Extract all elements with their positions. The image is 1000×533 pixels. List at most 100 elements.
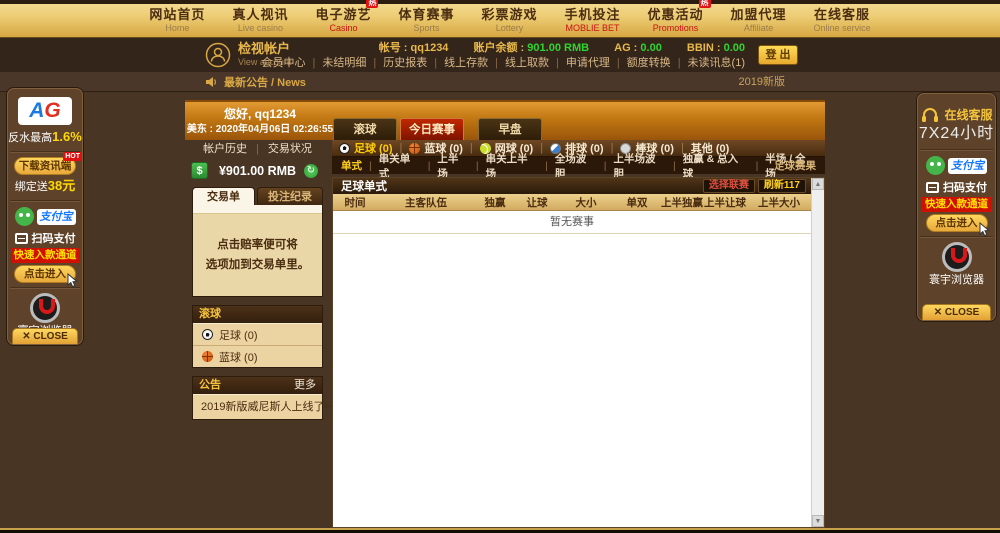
news-title: 最新公告 / News (224, 74, 306, 90)
bet-type-correct-score[interactable]: 全场波胆 (555, 151, 597, 181)
bet-type-single[interactable]: 单式 (341, 158, 362, 173)
bet-type-nav: 单式 | 串关单式 | 上半场 | 串关上半场 | 全场波胆 | 上半场波胆 |… (332, 157, 825, 174)
nav-item-casino[interactable]: 热 电子游艺 Casino (315, 8, 371, 33)
tab-rolling[interactable]: 滚球 (333, 118, 397, 140)
download-app-button[interactable]: HOT 下载资讯端 (14, 157, 76, 175)
promo-panel-right: 在线客服 7X24小时 支付宝 扫码支付 快速入款通道 点击进入 寰宇浏览器 ✕… (917, 93, 996, 321)
enter-button-left[interactable]: 点击进入 (14, 265, 76, 283)
alipay-logo: 支付宝 (37, 209, 76, 225)
nav-item-sports[interactable]: 体育赛事 Sports (398, 8, 454, 33)
nav-label: 优惠活动 (648, 8, 704, 23)
nav-label: 网站首页 (149, 8, 205, 23)
basketball-icon (202, 351, 213, 362)
payment-icons: 支付宝 (918, 155, 995, 176)
top-navigation: 网站首页 Home 真人视讯 Live casino 热 电子游艺 Casino… (0, 4, 1000, 38)
nav-item-home[interactable]: 网站首页 Home (149, 8, 205, 33)
soccer-icon (339, 143, 350, 154)
empty-message: 暂无赛事 (333, 211, 811, 234)
trade-status-link[interactable]: 交易状况 (268, 143, 312, 155)
nav-item-mobile-bet[interactable]: 手机投注 MOBLIE BET (565, 8, 621, 33)
promo-panel-left: AG 反水最高1.6% HOT 下载资讯端 绑定送38元 支付宝 扫码支付 快速… (7, 88, 83, 345)
link-deposit[interactable]: 线上存款 (444, 57, 505, 69)
online-service-row: 在线客服 (918, 106, 995, 123)
nav-label: 体育赛事 (398, 8, 454, 23)
link-history-report[interactable]: 历史报表 (383, 57, 444, 69)
col-half-win: 上半独赢 (661, 195, 703, 210)
col-teams: 主客队伍 (377, 195, 475, 210)
link-unsettled[interactable]: 未结明细 (322, 57, 383, 69)
tab-bet-slip[interactable]: 交易单 (192, 187, 255, 205)
bind-bonus-line: 绑定送38元 (8, 177, 82, 196)
wechat-icon (15, 207, 34, 226)
bet-type-half-correct-score[interactable]: 上半场波胆 (614, 151, 666, 181)
link-apply-agent[interactable]: 申请代理 (566, 57, 627, 69)
soccer-icon (202, 329, 213, 340)
bet-slip-tabs: 交易单 投注纪录 (192, 187, 323, 205)
account-stats: 帐号 : qq1234 账户余额 : 901.00 RMB AG : 0.00 … (262, 40, 745, 56)
nav-label: 在线客服 (814, 8, 871, 23)
nav-item-lottery[interactable]: 彩票游戏 Lottery (481, 8, 537, 33)
nav-label: 加盟代理 (731, 8, 787, 23)
scan-pay-row: 扫码支付 (8, 230, 82, 246)
link-unread-messages[interactable]: 未读讯息(1) (688, 57, 745, 69)
close-button-right[interactable]: ✕ CLOSE (922, 304, 991, 320)
tab-early[interactable]: 早盘 (478, 118, 542, 140)
balance-row: $ ¥901.00 RMB ↻ (185, 160, 330, 184)
latest-news[interactable]: 最新公告 / News (205, 72, 306, 92)
account-bar: 检视帐户 View account 帐号 : qq1234 账户余额 : 901… (0, 38, 1000, 72)
rolling-item-basketball[interactable]: 蓝球 (0) (193, 345, 322, 367)
greeting-text: 您好, qq1234 (185, 107, 335, 123)
soccer-results-link[interactable]: 足球赛果 (774, 158, 816, 173)
rolling-box: 滚球 足球 (0) 蓝球 (0) (192, 305, 323, 368)
refresh-button[interactable]: 刷新117 (758, 179, 806, 193)
nav-item-live-casino[interactable]: 真人视讯 Live casino (232, 8, 288, 33)
account-quick-links: 帐户历史|交易状况 (185, 140, 330, 158)
account-number: 帐号 : qq1234 (379, 42, 449, 54)
bet-type-parlay-first-half[interactable]: 串关上半场 (486, 151, 538, 181)
nav-item-promotions[interactable]: 热 优惠活动 Promotions (648, 8, 704, 33)
link-transfer[interactable]: 额度转换 (627, 57, 688, 69)
money-icon: $ (191, 162, 208, 179)
notice-item[interactable]: 2019新版威尼斯人上线了!~ (193, 394, 322, 419)
fast-deposit-label: 快速入款通道 (11, 248, 79, 263)
select-league-button[interactable]: 选择联赛 (703, 179, 755, 193)
nav-item-online-service[interactable]: 在线客服 Online service (814, 8, 871, 33)
col-win: 独赢 (475, 195, 515, 210)
qr-scan-icon (926, 182, 939, 193)
link-withdraw[interactable]: 线上取款 (505, 57, 566, 69)
bbin-balance: BBIN : 0.00 (687, 42, 745, 54)
scrollbar[interactable]: ▲ ▼ (811, 178, 824, 527)
enter-button-right[interactable]: 点击进入 (926, 214, 988, 232)
ag-logo: AG (18, 97, 72, 125)
bet-type-parlay[interactable]: 串关单式 (379, 151, 421, 181)
bet-type-win-total-goals[interactable]: 独赢 & 总入球 (683, 151, 749, 181)
browser-name: 寰宇浏览器 (918, 273, 995, 288)
hot-tag: HOT (63, 152, 82, 161)
nav-item-affiliate[interactable]: 加盟代理 Affiliate (731, 8, 787, 33)
news-bar: 最新公告 / News 2019新版 (0, 72, 1000, 92)
bet-type-first-half[interactable]: 上半场 (437, 151, 468, 181)
scan-pay-row: 扫码支付 (918, 179, 995, 195)
notice-box: 公告 更多 2019新版威尼斯人上线了!~ (192, 376, 323, 420)
close-button-left[interactable]: ✕ CLOSE (12, 328, 78, 344)
link-member-center[interactable]: 会员中心 (262, 57, 323, 69)
nav-sublabel: Affiliate (731, 23, 787, 33)
nav-sublabel: Sports (398, 23, 454, 33)
odds-table-title: 足球单式 (341, 178, 387, 194)
tab-bet-record[interactable]: 投注纪录 (257, 187, 323, 205)
nav-sublabel: Online service (814, 23, 871, 33)
wechat-icon (926, 156, 945, 175)
cursor-icon (65, 273, 79, 288)
refresh-icon[interactable]: ↻ (304, 164, 318, 178)
alipay-logo: 支付宝 (948, 158, 987, 174)
notice-more-link[interactable]: 更多 (294, 377, 316, 394)
logout-button[interactable]: 登 出 (758, 45, 798, 65)
scroll-up-button[interactable]: ▲ (812, 178, 824, 190)
version-link[interactable]: 2019新版 (739, 72, 785, 92)
col-handicap: 让球 (515, 195, 559, 210)
scroll-down-button[interactable]: ▼ (812, 515, 824, 527)
datetime-text: 美东 : 2020年04月06日 02:26:55 (185, 123, 335, 136)
account-history-link[interactable]: 帐户历史 (203, 143, 247, 155)
tab-today[interactable]: 今日赛事 (400, 118, 464, 140)
rolling-item-soccer[interactable]: 足球 (0) (193, 323, 322, 345)
